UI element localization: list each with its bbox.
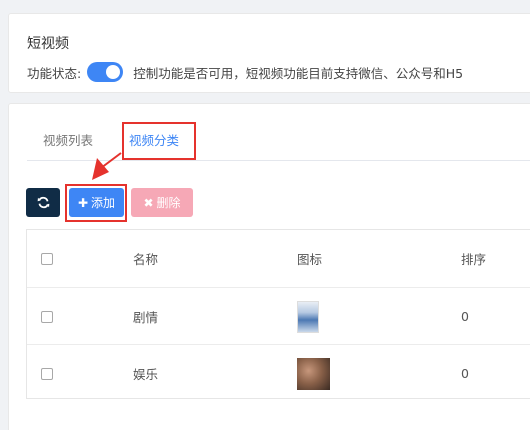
table-header: 名称 图标 排序: [27, 230, 530, 287]
delete-button[interactable]: ✖ 删除: [131, 188, 193, 217]
delete-button-label: 删除: [156, 196, 181, 210]
row-order: 0: [461, 309, 469, 324]
table-row: 娱乐 0: [27, 344, 530, 401]
tab-bar: 视频列表 视频分类: [27, 123, 530, 161]
status-label: 功能状态:: [27, 65, 82, 81]
table-row: 剧情 0: [27, 287, 530, 344]
category-thumbnail: [297, 300, 319, 333]
column-header-icon: 图标: [297, 252, 323, 267]
row-checkbox[interactable]: [41, 367, 53, 380]
section-title: 短视频: [27, 36, 69, 52]
category-table: 名称 图标 排序 剧情 0 娱乐 0: [26, 229, 530, 399]
main-panel: 视频列表 视频分类 ✚ 添加 ✖ 删除 名称 图标 排序 剧情 0 娱乐 0: [8, 103, 530, 430]
feature-status-card: 短视频 功能状态: 控制功能是否可用，短视频功能目前支持微信、公众号和H5: [8, 13, 530, 93]
refresh-button[interactable]: [26, 188, 60, 217]
close-icon: ✖: [143, 195, 154, 210]
status-description: 控制功能是否可用，短视频功能目前支持微信、公众号和H5: [133, 65, 464, 81]
refresh-icon: [37, 196, 49, 209]
tab-highlight-box: [122, 122, 196, 160]
feature-toggle[interactable]: [87, 62, 124, 82]
column-header-name: 名称: [133, 252, 159, 267]
row-name: 娱乐: [133, 367, 159, 382]
row-order: 0: [461, 366, 469, 381]
tab-video-list[interactable]: 视频列表: [43, 130, 93, 149]
row-name: 剧情: [133, 310, 159, 325]
status-row: 功能状态: 控制功能是否可用，短视频功能目前支持微信、公众号和H5: [27, 61, 463, 83]
add-highlight-box: [65, 184, 127, 222]
row-checkbox[interactable]: [41, 310, 53, 323]
category-thumbnail: [297, 357, 330, 390]
column-header-order: 排序: [461, 252, 487, 267]
select-all-checkbox[interactable]: [41, 252, 53, 265]
